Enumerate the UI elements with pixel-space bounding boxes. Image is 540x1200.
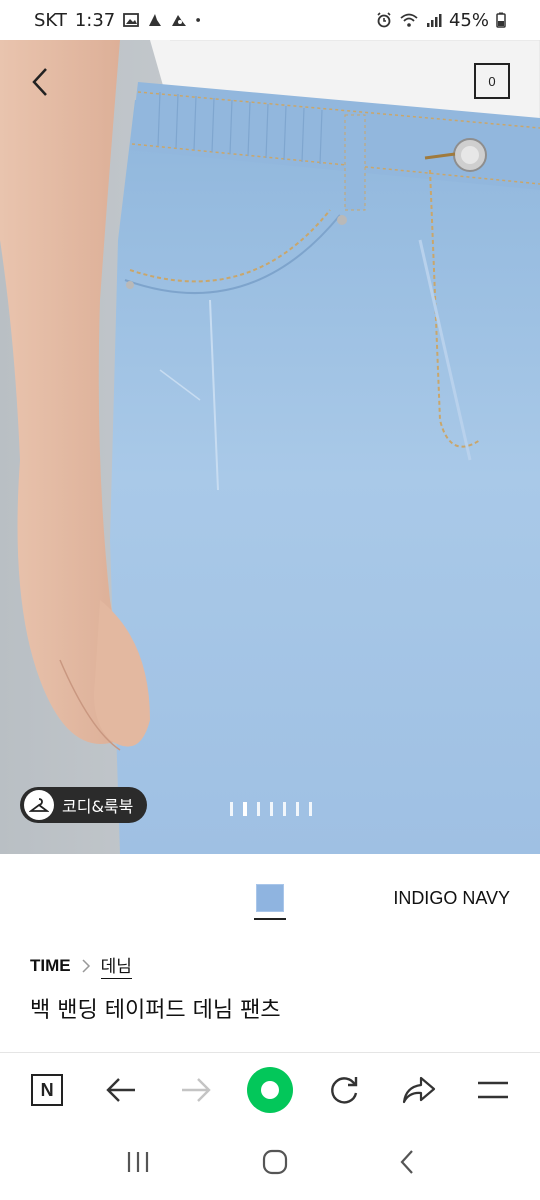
color-selector: INDIGO NAVY <box>0 870 540 930</box>
swatch-selected-indicator <box>254 918 286 920</box>
product-photo <box>0 40 540 854</box>
home-circle-icon <box>262 1149 288 1174</box>
recent-apps-icon <box>128 1151 149 1172</box>
recent-apps-button[interactable] <box>125 1150 151 1178</box>
green-dot-icon <box>246 1067 293 1113</box>
carousel-dot[interactable] <box>270 802 273 816</box>
menu-button[interactable] <box>468 1065 518 1115</box>
clock: 1:37 <box>74 9 116 31</box>
product-image-carousel[interactable]: 0 코디&룩북 <box>0 40 540 854</box>
system-back-button[interactable] <box>399 1149 415 1179</box>
battery-percent: 45% <box>448 9 489 31</box>
alarm-icon <box>377 12 391 28</box>
app-icon <box>172 15 187 26</box>
product-title: 백 밴딩 테이퍼드 데님 팬츠 <box>30 998 281 1023</box>
category-link[interactable]: 데님 <box>100 952 132 979</box>
arrow-left-icon <box>106 1078 136 1102</box>
carousel-dot[interactable] <box>309 802 312 816</box>
image-icon <box>123 13 140 27</box>
forward-nav-button[interactable] <box>171 1065 221 1115</box>
home-button[interactable]: N <box>22 1065 72 1115</box>
coordi-label: 코디&룩북 <box>62 797 134 816</box>
carousel-dot[interactable] <box>243 802 247 816</box>
browser-toolbar: N <box>0 1053 540 1127</box>
color-name: INDIGO NAVY <box>393 888 510 908</box>
signal-icon <box>426 14 442 27</box>
coordi-lookbook-button[interactable]: 코디&룩북 <box>20 787 148 823</box>
brand-link[interactable]: TIME <box>30 956 71 976</box>
color-swatch[interactable] <box>256 884 284 912</box>
status-bar: SKT 1:37 45% <box>0 0 540 40</box>
carrier-label: SKT <box>34 9 67 31</box>
arrow-right-icon <box>181 1078 211 1102</box>
hamburger-icon <box>477 1081 508 1099</box>
home-system-button[interactable] <box>262 1149 288 1179</box>
share-icon <box>402 1076 435 1104</box>
breadcrumb: TIME 데님 <box>30 952 132 979</box>
carousel-dot[interactable] <box>230 802 233 816</box>
chevron-left-icon <box>400 1149 413 1174</box>
back-nav-button[interactable] <box>96 1065 146 1115</box>
chevron-right-icon <box>82 958 90 973</box>
hanger-icon <box>24 790 54 820</box>
carousel-dot[interactable] <box>257 802 260 816</box>
naver-n-icon: N <box>31 1074 64 1106</box>
reload-button[interactable] <box>319 1065 369 1115</box>
carousel-indicator <box>230 802 312 816</box>
wifi-icon <box>400 13 418 27</box>
app-icon <box>149 14 162 26</box>
cart-count: 0 <box>488 73 496 89</box>
reload-icon <box>331 1077 358 1104</box>
carousel-dot[interactable] <box>283 802 286 816</box>
chevron-left-icon <box>32 68 47 96</box>
system-navigation <box>0 1127 540 1200</box>
dot-icon <box>196 18 201 22</box>
share-button[interactable] <box>394 1065 444 1115</box>
back-button[interactable] <box>22 62 58 102</box>
green-dot-button[interactable] <box>245 1065 295 1115</box>
carousel-dot[interactable] <box>296 802 299 816</box>
cart-button[interactable]: 0 <box>474 63 510 99</box>
battery-icon <box>496 12 506 28</box>
